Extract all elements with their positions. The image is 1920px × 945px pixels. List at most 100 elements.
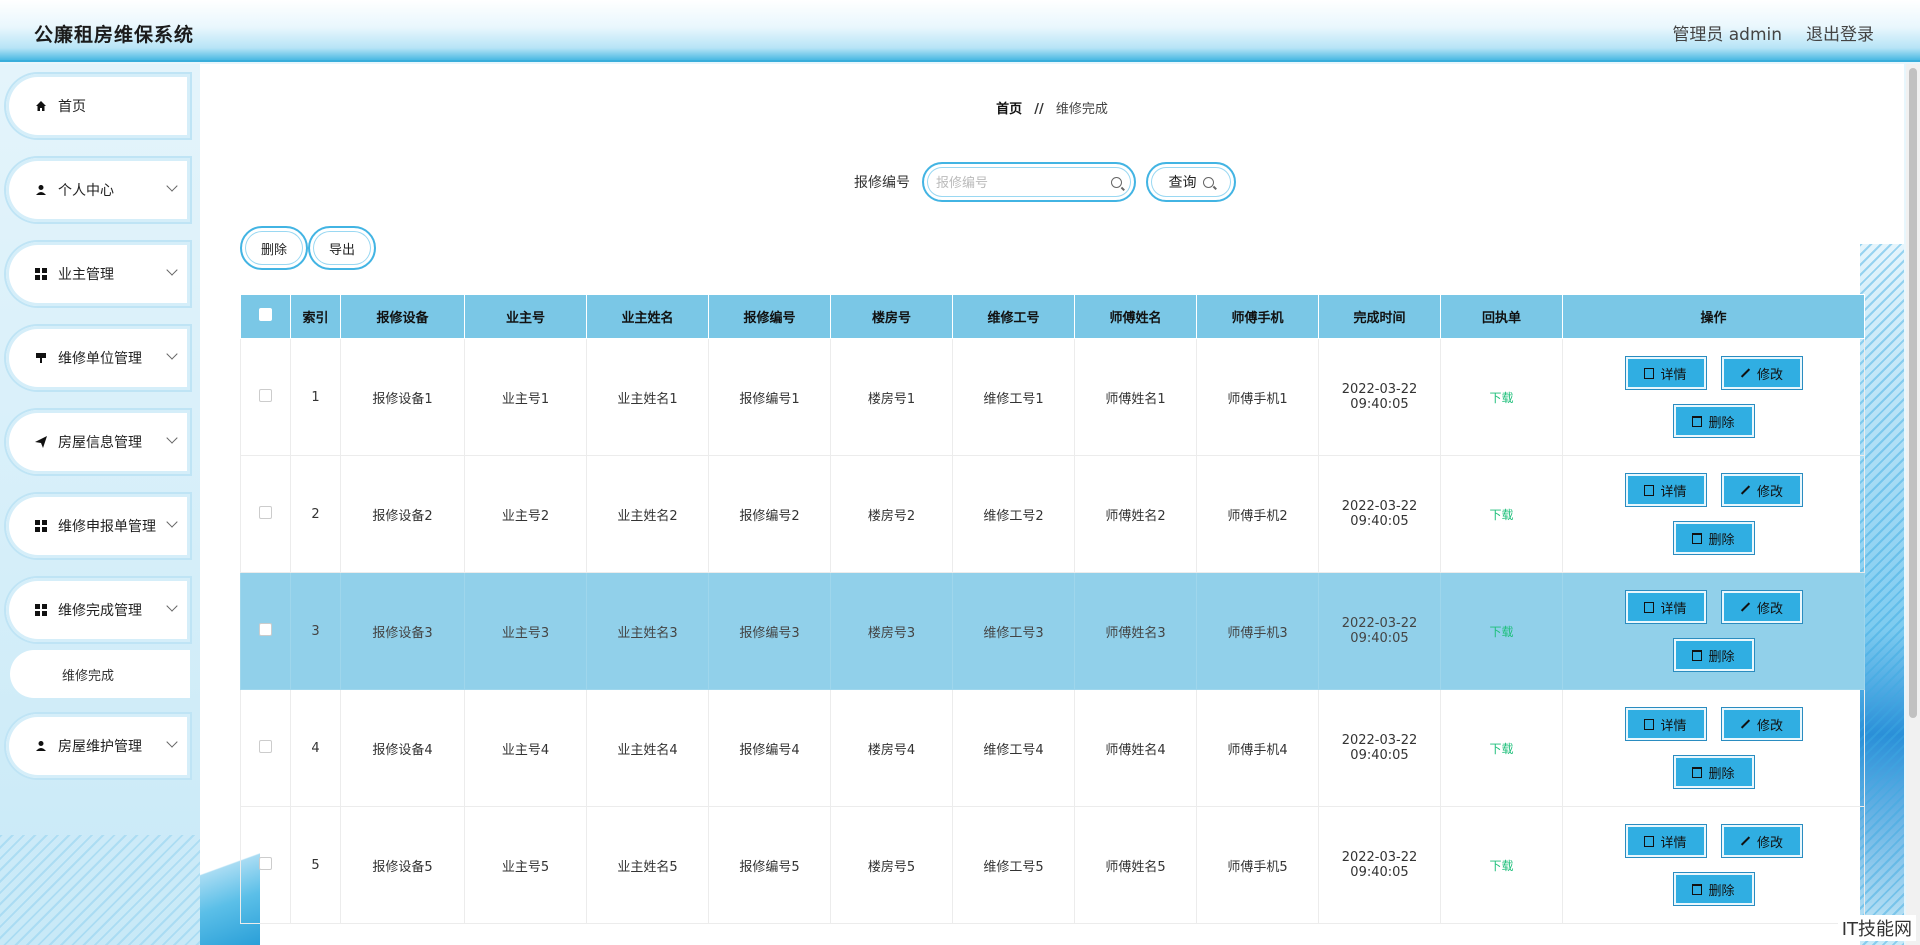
sidebar-subitem-repair-complete[interactable]: 维修完成 — [10, 650, 190, 698]
table-row[interactable]: 4 报修设备4 业主号4 业主姓名4 报修编号4 楼房号4 维修工号4 师傅姓名4 师傅手机4 2… — [240, 689, 1865, 807]
query-button[interactable]: 查询 — [1146, 162, 1236, 202]
detail-button-label: 详情 — [1660, 484, 1687, 500]
row-delete-button[interactable]: 删除 — [1672, 872, 1755, 906]
export-button[interactable]: 导出 — [308, 226, 376, 270]
table-cell-building: 楼房号3 — [830, 572, 953, 690]
sidebar-item-label: 维修申报单管理 — [58, 519, 156, 535]
sidebar-item-house-info-management[interactable]: 房屋信息管理 — [6, 410, 190, 474]
column-header: 业主号 — [464, 294, 587, 339]
logout-button[interactable]: 退出登录 — [1806, 20, 1874, 45]
document-icon — [1644, 601, 1655, 613]
flag-icon — [34, 351, 48, 365]
select-all-checkbox[interactable] — [259, 308, 272, 321]
table-row[interactable]: 2 报修设备2 业主号2 业主姓名2 报修编号2 楼房号2 维修工号2 师傅姓名2 师傅手机2 2… — [240, 455, 1865, 573]
table-cell-owner_no: 业主号3 — [464, 572, 587, 690]
home-icon — [34, 99, 48, 113]
sidebar-item-owner-management[interactable]: 业主管理 — [6, 242, 190, 306]
edit-button[interactable]: 修改 — [1720, 356, 1803, 390]
row-delete-button-label: 删除 — [1708, 883, 1735, 899]
detail-button[interactable]: 详情 — [1624, 590, 1707, 624]
breadcrumb-home[interactable]: 首页 — [996, 102, 1022, 117]
sidebar-item-house-maintenance-management[interactable]: 房屋维护管理 — [6, 714, 190, 778]
row-select-cell[interactable] — [240, 689, 291, 807]
table-cell-ops: 详情 修改删除 — [1562, 455, 1865, 573]
row-delete-button-label: 删除 — [1708, 649, 1735, 665]
table-row[interactable]: 5 报修设备5 业主号5 业主姓名5 报修编号5 楼房号5 维修工号5 师傅姓名5 师傅手机5 2… — [240, 806, 1865, 924]
detail-button[interactable]: 详情 — [1624, 824, 1707, 858]
breadcrumb: 首页 // 维修完成 — [200, 98, 1904, 117]
table-cell-receipt: 下载 — [1440, 689, 1563, 807]
table-cell-ops: 详情 修改删除 — [1562, 689, 1865, 807]
scroll-thumb[interactable] — [1909, 68, 1917, 718]
chevron-down-icon — [166, 600, 178, 612]
download-link[interactable]: 下载 — [1489, 859, 1513, 873]
chevron-down-icon — [166, 736, 178, 748]
trash-icon — [1692, 532, 1703, 544]
table-cell-receipt: 下载 — [1440, 572, 1563, 690]
column-header: 师傅姓名 — [1074, 294, 1197, 339]
search-input[interactable] — [936, 174, 1096, 190]
row-checkbox[interactable] — [259, 856, 272, 870]
table-cell-master: 师傅姓名4 — [1074, 689, 1197, 807]
row-delete-button[interactable]: 删除 — [1672, 521, 1755, 555]
sidebar-item-repair-unit-management[interactable]: 维修单位管理 — [6, 326, 190, 390]
select-all-cell[interactable] — [240, 294, 291, 339]
sidebar-item-home[interactable]: 首页 — [6, 74, 190, 138]
bulk-delete-button[interactable]: 删除 — [240, 226, 308, 270]
row-checkbox[interactable] — [259, 505, 272, 519]
app-title: 公廉租房维保系统 — [34, 24, 195, 46]
download-link[interactable]: 下载 — [1489, 391, 1513, 405]
row-checkbox[interactable] — [259, 388, 272, 402]
column-header: 回执单 — [1440, 294, 1563, 339]
download-link[interactable]: 下载 — [1489, 742, 1513, 756]
table-cell-time: 2022-03-22 09:40:05 — [1318, 806, 1441, 924]
row-delete-button-label: 删除 — [1708, 766, 1735, 782]
page-scrollbar[interactable] — [1906, 64, 1920, 945]
row-select-cell[interactable] — [240, 338, 291, 456]
table-cell-worker_no: 维修工号4 — [952, 689, 1075, 807]
detail-button[interactable]: 详情 — [1624, 356, 1707, 390]
breadcrumb-current: 维修完成 — [1055, 102, 1108, 117]
current-user[interactable]: 管理员 admin — [1672, 20, 1782, 45]
top-header: 公廉租房维保系统 管理员 admin 退出登录 — [0, 0, 1920, 62]
sidebar-item-repair-complete-management[interactable]: 维修完成管理 — [6, 578, 190, 642]
edit-button[interactable]: 修改 — [1720, 707, 1803, 741]
chevron-down-icon — [166, 432, 178, 444]
detail-button-label: 详情 — [1660, 835, 1687, 851]
edit-button[interactable]: 修改 — [1720, 473, 1803, 507]
row-delete-button[interactable]: 删除 — [1672, 404, 1755, 438]
row-select-cell[interactable] — [240, 572, 291, 690]
search-label: 报修编号 — [854, 175, 910, 191]
table-cell-owner_name: 业主姓名3 — [586, 572, 709, 690]
detail-button[interactable]: 详情 — [1624, 473, 1707, 507]
row-checkbox[interactable] — [259, 739, 272, 753]
download-link[interactable]: 下载 — [1489, 508, 1513, 522]
sidebar-item-repair-request-management[interactable]: 维修申报单管理 — [6, 494, 190, 558]
table-cell-device: 报修设备4 — [340, 689, 465, 807]
edit-button[interactable]: 修改 — [1720, 590, 1803, 624]
column-header: 索引 — [290, 294, 341, 339]
table-cell-phone: 师傅手机4 — [1196, 689, 1319, 807]
table-cell-ops: 详情 修改删除 — [1562, 806, 1865, 924]
user-icon — [34, 183, 48, 197]
sidebar-item-label: 业主管理 — [58, 267, 114, 283]
table-row[interactable]: 3 报修设备3 业主号3 业主姓名3 报修编号3 楼房号3 维修工号3 师傅姓名3 师傅手机3 2… — [240, 572, 1865, 690]
send-icon — [34, 435, 48, 449]
row-select-cell[interactable] — [240, 806, 291, 924]
edit-button[interactable]: 修改 — [1720, 824, 1803, 858]
row-select-cell[interactable] — [240, 455, 291, 573]
row-delete-button-label: 删除 — [1708, 415, 1735, 431]
download-link[interactable]: 下载 — [1489, 625, 1513, 639]
table-cell-worker_no: 维修工号3 — [952, 572, 1075, 690]
row-delete-button[interactable]: 删除 — [1672, 755, 1755, 789]
column-header: 师傅手机 — [1196, 294, 1319, 339]
row-checkbox[interactable] — [259, 622, 272, 636]
detail-button[interactable]: 详情 — [1624, 707, 1707, 741]
table-row[interactable]: 1 报修设备1 业主号1 业主姓名1 报修编号1 楼房号1 维修工号1 师傅姓名1 师傅手机1 2… — [240, 338, 1865, 456]
sidebar-item-personal-center[interactable]: 个人中心 — [6, 158, 190, 222]
table-cell-device: 报修设备5 — [340, 806, 465, 924]
chevron-down-icon — [166, 180, 178, 192]
row-delete-button[interactable]: 删除 — [1672, 638, 1755, 672]
column-header: 操作 — [1562, 294, 1865, 339]
edit-button-label: 修改 — [1756, 601, 1783, 617]
